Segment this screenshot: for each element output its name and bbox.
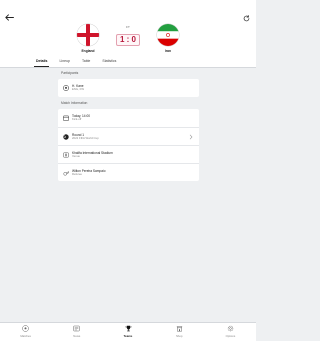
trophy-icon bbox=[125, 325, 131, 332]
kickoff-row: Today, 14:00 Kick-off bbox=[58, 109, 199, 127]
iran-flag-icon bbox=[157, 24, 179, 46]
tab-table[interactable]: Table bbox=[76, 57, 96, 67]
arrow-left-icon bbox=[4, 13, 14, 21]
nav-matches-label: Matches bbox=[20, 333, 31, 338]
participant-row[interactable]: H. Kane ENG, FW bbox=[58, 79, 199, 97]
away-team[interactable]: Iran bbox=[148, 24, 188, 53]
bottom-navigation: Matches News Teams Shop Options bbox=[0, 322, 256, 341]
whistle-icon bbox=[62, 169, 69, 176]
stadium-icon bbox=[62, 151, 69, 158]
nav-shop[interactable]: Shop bbox=[154, 323, 205, 341]
chevron-right-icon bbox=[189, 134, 193, 140]
match-info-label: Match Information bbox=[61, 101, 88, 105]
venue-row: Khalifa International Stadium Venue bbox=[58, 145, 199, 163]
nav-teams[interactable]: Teams bbox=[102, 323, 153, 341]
venue-label: Venue bbox=[72, 153, 80, 158]
match-tabs: Details Lineup Table Statistics bbox=[30, 57, 122, 67]
match-header: England FT 1 : 0 Iran Details Lineup Tab… bbox=[0, 0, 256, 67]
refresh-button[interactable] bbox=[240, 12, 252, 24]
round-row[interactable]: Round 1 2022 FIFA World Cup bbox=[58, 127, 199, 145]
scoreboard: FT 1 : 0 bbox=[113, 25, 143, 47]
news-icon bbox=[73, 325, 80, 332]
kickoff-label: Kick-off bbox=[72, 117, 82, 122]
trophy-ball-icon bbox=[62, 133, 69, 140]
nav-options[interactable]: Options bbox=[205, 323, 256, 341]
participants-label: Participants bbox=[61, 71, 79, 75]
away-team-name: Iran bbox=[164, 49, 172, 53]
tab-lineup[interactable]: Lineup bbox=[53, 57, 76, 67]
home-team[interactable]: England bbox=[68, 24, 108, 53]
nav-teams-label: Teams bbox=[123, 333, 133, 338]
tab-details[interactable]: Details bbox=[30, 57, 53, 67]
nav-news[interactable]: News bbox=[51, 323, 102, 341]
refresh-icon bbox=[243, 14, 249, 21]
nav-shop-label: Shop bbox=[175, 333, 183, 338]
referee-row: Wilton Pereira Sampaio Referee bbox=[58, 163, 199, 181]
calendar-icon bbox=[62, 115, 69, 122]
header-divider bbox=[0, 66, 256, 67]
home-team-name: England bbox=[81, 49, 95, 53]
gear-icon bbox=[227, 325, 234, 332]
back-button[interactable] bbox=[3, 11, 15, 23]
competition-name: 2022 FIFA World Cup bbox=[72, 135, 99, 140]
soccer-ball-icon bbox=[62, 85, 69, 92]
england-flag-icon bbox=[77, 24, 99, 46]
soccer-ball-icon bbox=[22, 325, 29, 332]
referee-label: Referee bbox=[72, 171, 82, 176]
nav-matches[interactable]: Matches bbox=[0, 323, 51, 341]
tab-statistics[interactable]: Statistics bbox=[96, 57, 122, 67]
nav-news-label: News bbox=[73, 333, 81, 338]
shop-icon bbox=[176, 326, 183, 332]
participants-card: H. Kane ENG, FW bbox=[58, 79, 199, 97]
match-status: FT bbox=[126, 25, 130, 29]
match-info-card: Today, 14:00 Kick-off Round 1 2022 FIFA … bbox=[58, 109, 199, 181]
match-score: 1 : 0 bbox=[115, 34, 140, 46]
nav-options-label: Options bbox=[225, 333, 236, 338]
participant-detail: ENG, FW bbox=[72, 87, 84, 92]
